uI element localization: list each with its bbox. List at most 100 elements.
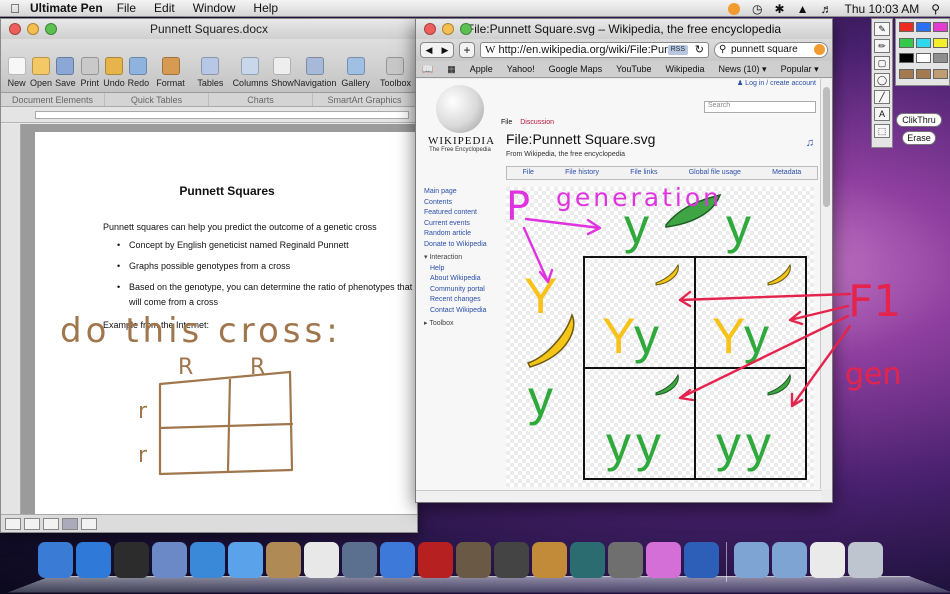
tab-file[interactable]: File [501,119,512,126]
menu-edit[interactable]: Edit [154,1,175,15]
sidebar-item-contents[interactable]: Contents [424,198,496,209]
ribbon-document-elements[interactable]: Document Elements [1,93,105,106]
imovie-icon[interactable] [494,542,529,578]
color-swatch[interactable] [899,22,914,32]
clickthru-button[interactable]: ClikThru [896,113,942,127]
toolbar-show-button[interactable]: Show [271,57,294,88]
select-tool-icon[interactable]: ⬚ [874,124,890,138]
bookmark-apple[interactable]: Apple [470,64,493,74]
menu-file[interactable]: File [117,1,136,15]
highlighter-tool-icon[interactable]: ✏ [874,39,890,53]
audio-icon[interactable]: ♫ [806,137,814,149]
back-forward-buttons[interactable]: ◀ ▶ [420,42,454,58]
color-swatch[interactable] [916,68,931,79]
word-titlebar[interactable]: Punnett Squares.docx [1,19,417,39]
toolbar-new-button[interactable]: New [5,57,28,88]
ical-icon[interactable] [304,542,339,578]
ichat-icon[interactable] [228,542,263,578]
print-layout-button[interactable] [62,518,78,530]
apple-menu-icon[interactable]:  [0,1,30,16]
app-menu[interactable]: Ultimate Pen [30,1,103,15]
bookmark-youtube[interactable]: YouTube [616,64,651,74]
link-metadata[interactable]: Metadata [772,167,801,179]
mail-icon[interactable] [152,542,187,578]
color-swatch[interactable] [933,22,948,32]
login-link[interactable]: ♟ Log in / create account [737,79,816,87]
status-icon[interactable] [728,2,741,15]
draft-view-button[interactable] [5,518,21,530]
toolbar-print-button[interactable]: Print [78,57,101,88]
forward-icon[interactable]: ▶ [442,45,449,56]
erase-button[interactable]: Erase [902,131,936,145]
bookmark-yahoo[interactable]: Yahoo! [507,64,535,74]
ultimate-pen-icon[interactable] [646,542,681,578]
document-page[interactable]: Punnett Squares Punnett squares can help… [35,132,417,514]
ribbon-smartart[interactable]: SmartArt Graphics [313,93,417,106]
close-icon[interactable] [9,23,21,35]
wifi-icon[interactable]: ▲ [797,2,809,16]
system-preferences-icon[interactable] [608,542,643,578]
bluetooth-icon[interactable]: ✱ [775,2,785,16]
sidebar-item-contact[interactable]: Contact Wikipedia [424,306,496,317]
color-swatch[interactable] [933,53,948,63]
menu-window[interactable]: Window [193,1,236,15]
vertical-scrollbar[interactable] [820,79,832,489]
safari-titlebar[interactable]: File:Punnett Square.svg – Wikipedia, the… [416,19,832,39]
color-swatch[interactable] [916,37,931,48]
link-file-links[interactable]: File links [630,167,657,179]
sidebar-item-featured[interactable]: Featured content [424,208,496,219]
link-global-file-usage[interactable]: Global file usage [689,167,741,179]
zoom-icon[interactable] [460,23,472,35]
dashboard-icon[interactable] [114,542,149,578]
sidebar-item-recent-changes[interactable]: Recent changes [424,295,496,306]
rectangle-tool-icon[interactable]: ▢ [874,56,890,70]
color-swatch[interactable] [933,37,948,48]
color-swatch[interactable] [916,22,931,32]
word-icon[interactable] [684,542,719,578]
bookmark-popular[interactable]: Popular ▾ [781,64,819,75]
publishing-view-button[interactable] [43,518,59,530]
rss-badge[interactable]: RSS [667,45,688,55]
horizontal-scrollbar[interactable] [416,490,822,502]
color-swatch[interactable] [899,68,914,79]
garageband-icon[interactable] [532,542,567,578]
minimize-icon[interactable] [27,23,39,35]
link-file-history[interactable]: File history [565,167,599,179]
toolbar-gallery-button[interactable]: Gallery [336,57,375,88]
focus-view-button[interactable] [81,518,97,530]
toolbar-open-button[interactable]: Open [29,57,52,88]
sidebar-item-random[interactable]: Random article [424,229,496,240]
applications-folder-icon[interactable] [734,542,769,578]
sidebar-item-donate[interactable]: Donate to Wikipedia [424,240,496,251]
downloads-stack-icon[interactable] [810,542,845,578]
toolbar-redo-button[interactable]: Redo [127,57,150,88]
menu-help[interactable]: Help [253,1,278,15]
color-swatch[interactable] [899,37,914,48]
time-machine-icon[interactable] [570,542,605,578]
close-icon[interactable] [424,23,436,35]
toolbar-navigation-button[interactable]: Navigation [294,57,336,88]
punnett-square-image[interactable]: y y Y y Y y Y y y y y y [506,187,814,487]
sidebar-item-help[interactable]: Help [424,264,496,275]
color-swatch[interactable] [933,68,948,79]
sidebar-item-community[interactable]: Community portal [424,285,496,296]
iphoto-icon[interactable] [456,542,491,578]
toolbar-columns-button[interactable]: Columns [231,57,270,88]
time-machine-menu-icon[interactable]: ◷ [752,2,762,16]
address-book-icon[interactable] [266,542,301,578]
zoom-icon[interactable] [45,23,57,35]
pen-tool-icon[interactable]: ✎ [874,22,890,36]
toolbar-format-button[interactable]: Format [151,57,190,88]
link-file[interactable]: File [523,167,534,179]
bookmark-google-maps[interactable]: Google Maps [549,64,603,74]
color-swatch[interactable] [916,53,931,63]
documents-folder-icon[interactable] [772,542,807,578]
reading-list-icon[interactable]: 📖 [422,64,433,75]
spotlight-icon[interactable]: ⚲ [931,2,940,16]
toolbar-tables-button[interactable]: Tables [191,57,230,88]
ribbon-charts[interactable]: Charts [209,93,313,106]
sidebar-item-main-page[interactable]: Main page [424,187,496,198]
volume-icon[interactable]: ♬ [820,2,832,16]
sidebar-item-about[interactable]: About Wikipedia [424,274,496,285]
finder-icon[interactable] [38,542,73,578]
